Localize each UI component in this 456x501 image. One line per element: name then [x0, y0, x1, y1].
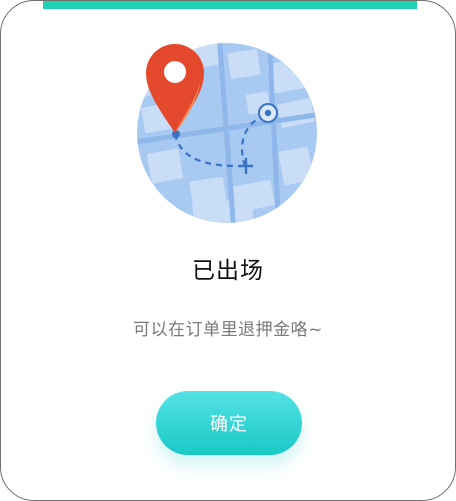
target-marker-icon	[258, 103, 278, 123]
map-illustration	[137, 43, 317, 223]
dialog-title: 已出场	[192, 258, 264, 284]
exit-dialog: 已出场 可以在订单里退押金咯~ 确定	[0, 0, 456, 501]
accent-top-bar	[43, 1, 417, 9]
dialog-message: 可以在订单里退押金咯~	[133, 320, 323, 340]
confirm-button[interactable]: 确定	[156, 391, 302, 455]
